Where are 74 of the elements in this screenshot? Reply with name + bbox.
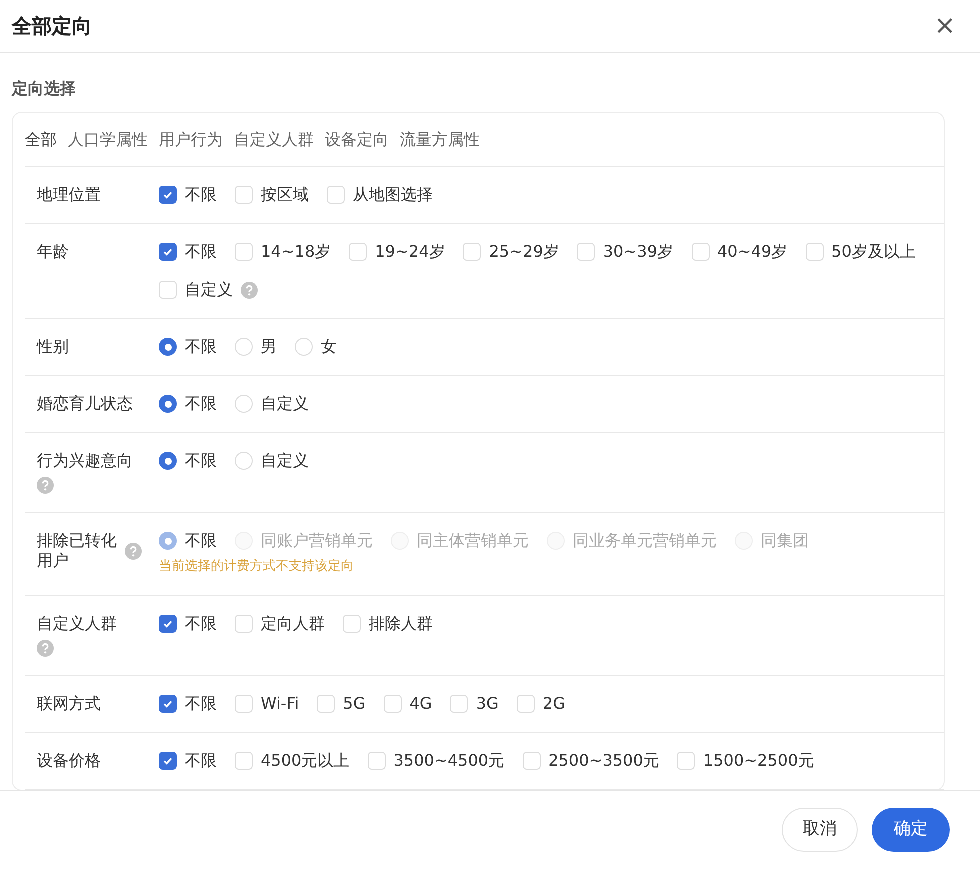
tab[interactable]: 自定义人群	[234, 128, 314, 152]
warning-note: 当前选择的计费方式不支持该定向	[159, 558, 355, 576]
row-label: 地理位置	[37, 185, 101, 205]
row-label: 行为兴趣意向	[37, 451, 133, 471]
option-label: 30~39岁	[603, 242, 674, 262]
option-label: 25~29岁	[489, 242, 560, 262]
row-label: 设备价格	[37, 751, 101, 771]
option-label: 1500~2500元	[703, 751, 814, 771]
option-label: 同集团	[761, 531, 809, 551]
option-label: 4G	[410, 694, 432, 714]
checkbox[interactable]	[159, 615, 177, 633]
option-label: 从地图选择	[353, 185, 433, 205]
check-icon	[162, 189, 174, 201]
row-label: 性别	[37, 337, 69, 357]
row-label: 年龄	[37, 242, 69, 262]
checkbox[interactable]	[159, 243, 177, 261]
tab[interactable]: 用户行为	[159, 128, 223, 152]
checkbox[interactable]	[159, 695, 177, 713]
option-label: 不限	[185, 451, 217, 471]
option-label: 3500~4500元	[394, 751, 505, 771]
option-label: 2G	[542, 694, 566, 714]
option-label: 不限	[185, 185, 217, 205]
check-icon	[162, 246, 174, 258]
help-icon[interactable]	[37, 477, 54, 494]
dialog-title: 全部定向	[12, 13, 92, 40]
option-label: 14~18岁	[261, 242, 332, 262]
section-title: 定向选择	[12, 78, 77, 100]
check-icon	[162, 755, 174, 767]
radio-button[interactable]	[159, 338, 177, 356]
row-label: 自定义人群	[37, 614, 117, 634]
cancel-button[interactable]: 取消	[782, 808, 858, 852]
option-label: 定向人群	[261, 614, 325, 634]
option-label: 4500元以上	[261, 751, 350, 771]
close-button[interactable]: ×	[934, 13, 956, 39]
option-label: 不限	[185, 337, 217, 357]
checkbox[interactable]	[159, 752, 177, 770]
tab[interactable]: 流量方属性	[400, 128, 480, 152]
option-label: 自定义	[261, 394, 309, 414]
option-label: 不限	[185, 242, 217, 262]
option-label: 不限	[185, 531, 217, 551]
option-label: 不限	[185, 694, 217, 714]
option-label: 不限	[185, 614, 217, 634]
option-label: 男	[261, 337, 277, 357]
checkbox[interactable]	[159, 186, 177, 204]
option-label: Wi-Fi	[261, 694, 300, 714]
radio-button[interactable]	[159, 395, 177, 413]
option-label: 按区域	[261, 185, 309, 205]
option-label: 女	[321, 337, 337, 357]
option-label: 2500~3500元	[548, 751, 660, 771]
check-icon	[162, 698, 174, 710]
option-label: 同账户营销单元	[261, 531, 373, 551]
help-icon[interactable]	[37, 640, 54, 657]
check-icon	[162, 618, 174, 630]
row-label: 婚恋育儿状态	[37, 394, 133, 414]
row-label: 排除已转化用户	[37, 531, 118, 571]
option-label: 自定义	[261, 451, 309, 471]
option-label: 排除人群	[369, 614, 433, 634]
option-label: 5G	[343, 694, 366, 714]
radio-button[interactable]	[159, 452, 177, 470]
option-label: 19~24岁	[375, 242, 446, 262]
option-label: 同业务单元营销单元	[573, 531, 717, 551]
option-label: 3G	[476, 694, 499, 714]
tab[interactable]: 人口学属性	[68, 128, 148, 152]
option-label: 不限	[185, 751, 217, 771]
option-label: 50岁及以上	[832, 242, 916, 262]
tab[interactable]: 设备定向	[325, 128, 389, 152]
confirm-button[interactable]: 确定	[872, 808, 950, 852]
help-icon[interactable]	[241, 282, 258, 298]
option-label: 同主体营销单元	[417, 531, 529, 551]
option-label: 不限	[185, 394, 217, 414]
option-label: 自定义	[185, 280, 233, 300]
option-label: 40~49岁	[718, 242, 788, 262]
tab[interactable]: 全部	[25, 128, 57, 152]
row-label: 联网方式	[37, 694, 101, 714]
